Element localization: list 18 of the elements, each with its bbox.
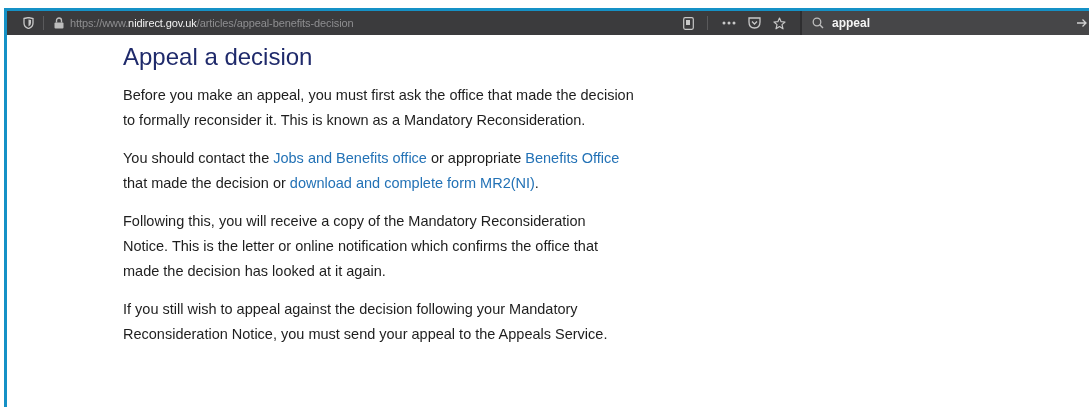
page-heading: Appeal a decision — [123, 42, 314, 72]
more-icon[interactable] — [722, 21, 736, 25]
star-icon[interactable] — [773, 16, 786, 30]
text-link[interactable]: Benefits Office — [525, 150, 620, 166]
pocket-icon[interactable] — [748, 17, 761, 29]
text-link[interactable]: download and complete form MR2(NI) — [289, 175, 535, 191]
paragraph: Following this, you will receive a copy of the Mandatory Reconsideration Notice. This is the letter or online notification which confirms the office that made the decision has looked at it again. — [123, 212, 599, 281]
search-icon — [812, 17, 824, 29]
paragraph: Before you make an appeal, you must first ask the office that made the decision to formally reconsider it. This is known as a Mandatory Reconsideration. — [123, 86, 635, 130]
reader-view-icon[interactable] — [683, 16, 694, 30]
lock-icon — [54, 17, 64, 29]
arrow-icon[interactable] — [1077, 18, 1087, 28]
shield-icon[interactable] — [23, 17, 34, 29]
search-field[interactable]: appeal — [800, 11, 1089, 35]
text-link[interactable]: Jobs and Benefits office — [273, 150, 427, 166]
address-bar-url[interactable]: https://www.nidirect.gov.uk/articles/appeal-benefits-decision — [70, 17, 354, 29]
paragraph: If you still wish to appeal against the decision following your Mandatory Reconsideration Notice, you must send your appeal to the Appeals Service. — [123, 300, 609, 344]
paragraph: You should contact the Jobs and Benefits office or appropriate Benefits Office that made the decision or download and complete form MR2(NI). — [123, 149, 621, 193]
